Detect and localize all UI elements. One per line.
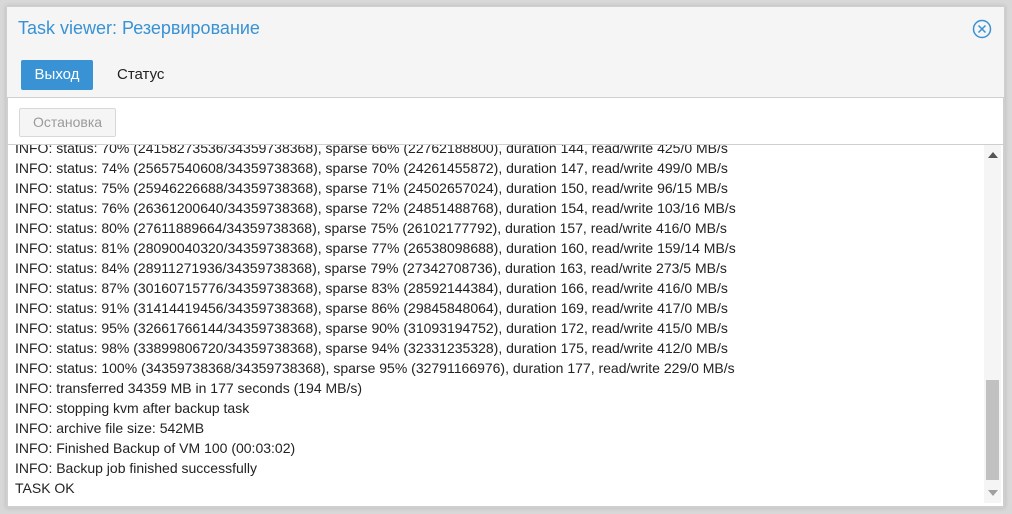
log-line: INFO: status: 75% (25946226688/343597383… xyxy=(15,180,728,196)
toolbar: Остановка xyxy=(8,98,1003,145)
log-line: INFO: status: 74% (25657540608/343597383… xyxy=(15,160,728,176)
task-viewer-window: Task viewer: Резервирование Выход Статус… xyxy=(6,6,1005,508)
log-line: INFO: status: 91% (31414419456/343597383… xyxy=(15,300,728,316)
log-line: INFO: Backup job finished successfully xyxy=(15,460,257,476)
log-line: INFO: Finished Backup of VM 100 (00:03:0… xyxy=(15,440,296,456)
scroll-down-icon[interactable] xyxy=(988,490,998,496)
log-line: INFO: status: 81% (28090040320/343597383… xyxy=(15,240,736,256)
window-title: Task viewer: Резервирование xyxy=(18,18,260,38)
log-line: TASK OK xyxy=(15,480,75,496)
log-line: INFO: archive file size: 542MB xyxy=(15,420,205,436)
tab-output[interactable]: Выход xyxy=(21,60,93,90)
log-line: INFO: status: 76% (26361200640/343597383… xyxy=(15,200,736,216)
title-bar: Task viewer: Резервирование xyxy=(7,7,1004,51)
log-line: INFO: status: 84% (28911271936/343597383… xyxy=(15,260,727,276)
log-line: INFO: status: 100% (34359738368/34359738… xyxy=(15,360,735,376)
close-icon xyxy=(972,19,992,39)
log-scrollbar[interactable] xyxy=(984,145,1001,503)
output-panel: Остановка INFO: status: 70% (24158273536… xyxy=(7,97,1004,507)
log-line: INFO: status: 95% (32661766144/343597383… xyxy=(15,320,728,336)
tab-bar: Выход Статус xyxy=(7,54,1004,98)
log-line: INFO: status: 80% (27611889664/343597383… xyxy=(15,220,727,236)
log-line: INFO: stopping kvm after backup task xyxy=(15,400,250,416)
scroll-up-icon[interactable] xyxy=(988,152,998,158)
stop-button[interactable]: Остановка xyxy=(19,108,116,137)
scrollbar-thumb[interactable] xyxy=(986,380,999,480)
log-line: INFO: status: 70% (24158273536/343597383… xyxy=(15,145,728,156)
log-view[interactable]: INFO: status: 70% (24158273536/343597383… xyxy=(8,145,983,503)
close-button[interactable] xyxy=(972,19,992,39)
log-line: INFO: status: 98% (33899806720/343597383… xyxy=(15,340,728,356)
log-lines: INFO: status: 70% (24158273536/343597383… xyxy=(15,145,736,498)
log-line: INFO: status: 87% (30160715776/343597383… xyxy=(15,280,728,296)
tab-status[interactable]: Статус xyxy=(105,60,176,90)
log-line: INFO: transferred 34359 MB in 177 second… xyxy=(15,380,363,396)
